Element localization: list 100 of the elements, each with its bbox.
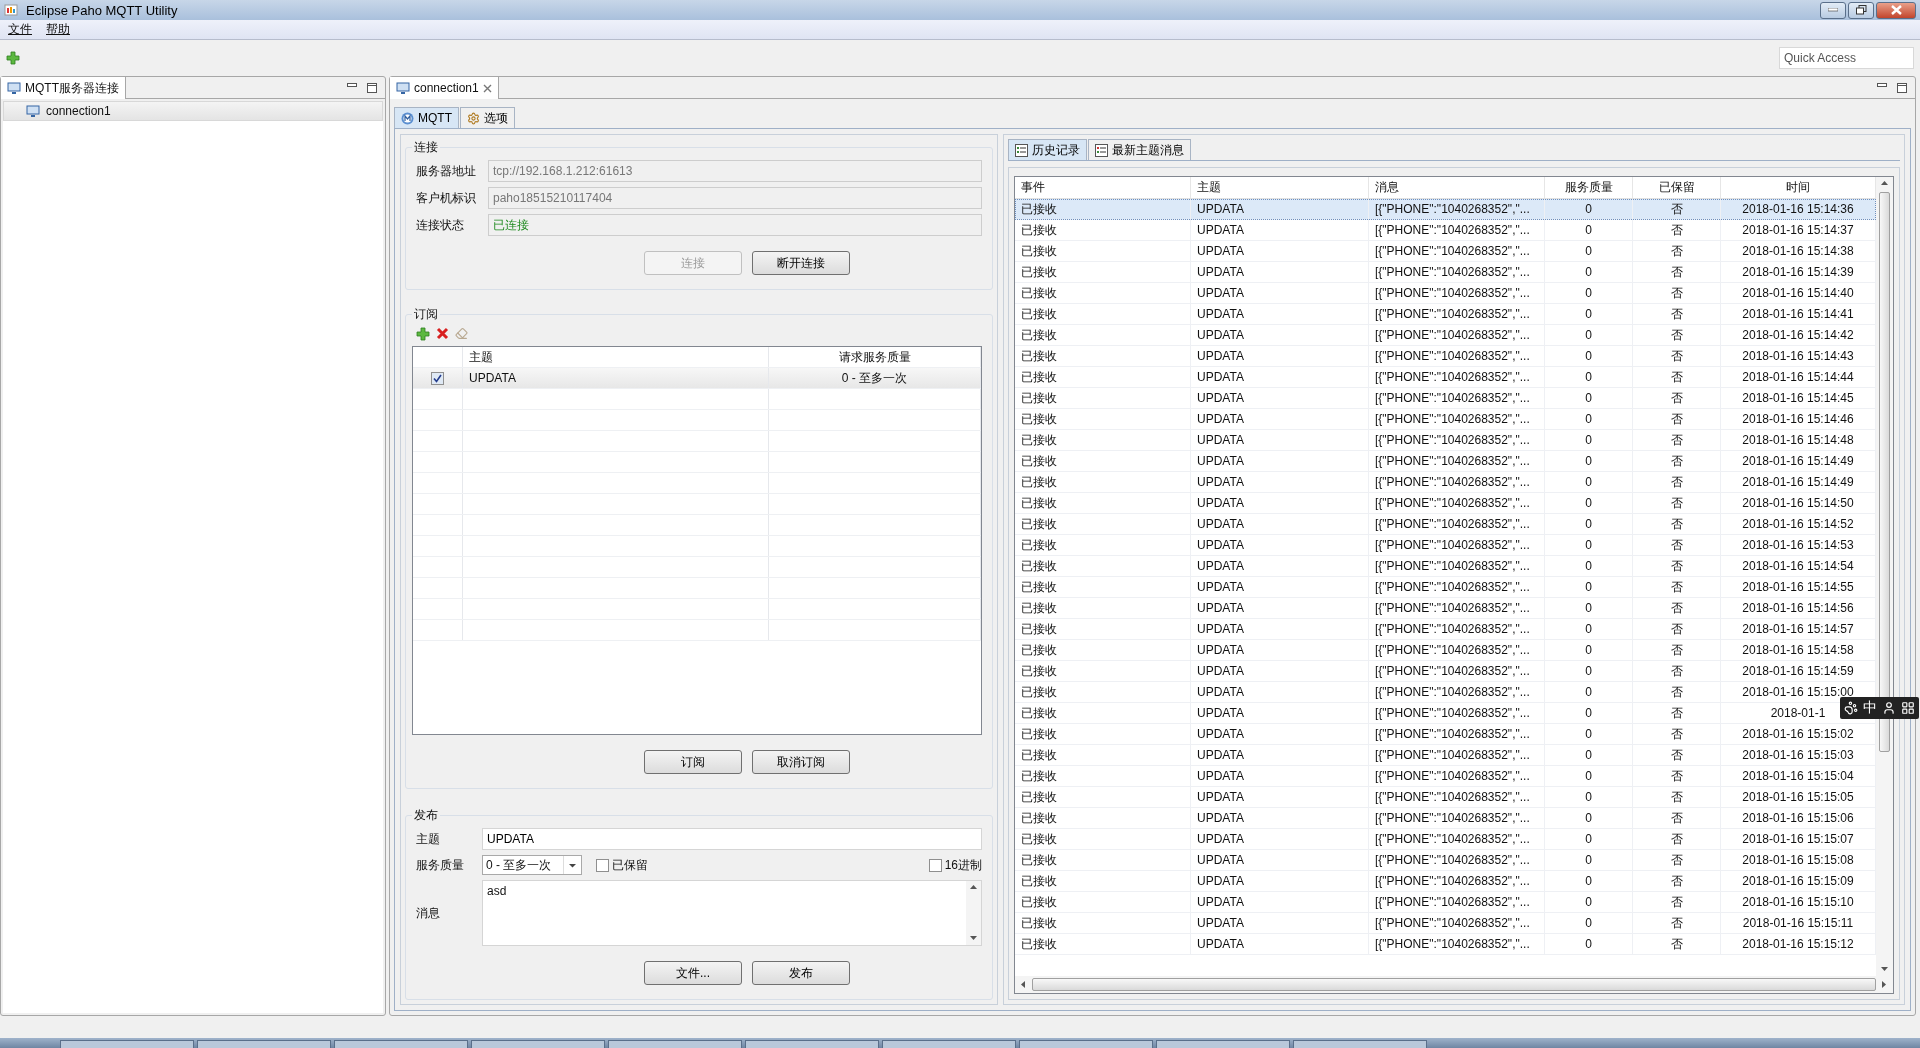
taskbar-button[interactable]	[608, 1040, 742, 1048]
user-icon[interactable]	[1882, 701, 1896, 715]
subscribe-button[interactable]: 订阅	[644, 750, 742, 774]
scroll-left-icon[interactable]	[1019, 980, 1028, 989]
topic-field[interactable]: UPDATA	[482, 828, 982, 850]
publish-button[interactable]: 发布	[752, 961, 850, 985]
table-row[interactable]: 已接收 UPDATA [{"PHONE":"1040268352","... 0 否 2018-01-16 15:15:02	[1015, 724, 1876, 745]
table-row[interactable]: 已接收 UPDATA [{"PHONE":"1040268352","... 0 否 2018-01-16 15:14:56	[1015, 598, 1876, 619]
table-row[interactable]: 已接收 UPDATA [{"PHONE":"1040268352","... 0 否 2018-01-16 15:14:46	[1015, 409, 1876, 430]
table-row[interactable]: 已接收 UPDATA [{"PHONE":"1040268352","... 0 否 2018-01-16 15:14:55	[1015, 577, 1876, 598]
file-button[interactable]: 文件...	[644, 961, 742, 985]
scroll-down-icon[interactable]	[1880, 965, 1889, 974]
table-row[interactable]: 已接收 UPDATA [{"PHONE":"1040268352","... 0 否 2018-01-16 15:14:39	[1015, 262, 1876, 283]
menu-item[interactable]: 文件	[8, 21, 32, 38]
table-row[interactable]: 已接收 UPDATA [{"PHONE":"1040268352","... 0 否 2018-01-16 15:14:44	[1015, 367, 1876, 388]
column-header[interactable]: 服务质量	[1545, 177, 1633, 198]
add-connection-icon[interactable]	[6, 51, 20, 65]
tab[interactable]: 选项	[460, 107, 515, 128]
table-row[interactable]: 已接收 UPDATA [{"PHONE":"1040268352","... 0 否 2018-01-16 15:14:36	[1015, 199, 1876, 220]
checkbox[interactable]	[431, 371, 444, 385]
table-row[interactable]: 已接收 UPDATA [{"PHONE":"1040268352","... 0 否 2018-01-16 15:14:49	[1015, 472, 1876, 493]
taskbar-button[interactable]	[745, 1040, 879, 1048]
taskbar-button[interactable]	[197, 1040, 331, 1048]
restore-button[interactable]	[1848, 1, 1874, 19]
table-row[interactable]: 已接收 UPDATA [{"PHONE":"1040268352","... 0 否 2018-01-16 15:15:12	[1015, 934, 1876, 955]
maximize-icon[interactable]	[367, 82, 377, 93]
table-cell: 0	[1545, 535, 1633, 555]
taskbar-button[interactable]	[1019, 1040, 1153, 1048]
table-cell: UPDATA	[1191, 619, 1369, 639]
table-row[interactable]: 已接收 UPDATA [{"PHONE":"1040268352","... 0 否 2018-01-16 15:15:09	[1015, 871, 1876, 892]
scroll-right-icon[interactable]	[1880, 980, 1889, 989]
editor-tab[interactable]: connection1	[390, 77, 499, 99]
table-row[interactable]: 已接收 UPDATA [{"PHONE":"1040268352","... 0 否 2018-01-16 15:14:41	[1015, 304, 1876, 325]
table-row[interactable]: 已接收 UPDATA [{"PHONE":"1040268352","... 0 否 2018-01-16 15:14:52	[1015, 514, 1876, 535]
table-row[interactable]: 已接收 UPDATA [{"PHONE":"1040268352","... 0 否 2018-01-16 15:15:04	[1015, 766, 1876, 787]
column-header[interactable]: 主题	[1191, 177, 1369, 198]
menu-item[interactable]: 帮助	[46, 21, 70, 38]
scroll-down-icon[interactable]	[969, 934, 978, 943]
table-cell: 0	[1545, 619, 1633, 639]
taskbar-button[interactable]	[60, 1040, 194, 1048]
table-row[interactable]: 已接收 UPDATA [{"PHONE":"1040268352","... 0 否 2018-01-16 15:14:37	[1015, 220, 1876, 241]
table-row[interactable]: 已接收 UPDATA [{"PHONE":"1040268352","... 0 否 2018-01-16 15:14:53	[1015, 535, 1876, 556]
table-row[interactable]: 已接收 UPDATA [{"PHONE":"1040268352","... 0 否 2018-01-16 15:14:49	[1015, 451, 1876, 472]
field-label: 客户机标识	[415, 189, 477, 207]
table-cell: 否	[1633, 787, 1721, 807]
table-row[interactable]: 已接收 UPDATA [{"PHONE":"1040268352","... 0 否 2018-01-16 15:14:40	[1015, 283, 1876, 304]
table-row[interactable]: 已接收 UPDATA [{"PHONE":"1040268352","... 0 否 2018-01-16 15:15:07	[1015, 829, 1876, 850]
tab[interactable]: 历史记录	[1008, 139, 1087, 160]
taskbar-button[interactable]	[471, 1040, 605, 1048]
taskbar-button[interactable]	[1156, 1040, 1290, 1048]
quick-access-field[interactable]: Quick Access	[1779, 47, 1914, 69]
scroll-up-icon[interactable]	[969, 883, 978, 892]
table-row[interactable]: 已接收 UPDATA [{"PHONE":"1040268352","... 0 否 2018-01-16 15:14:58	[1015, 640, 1876, 661]
table-row[interactable]: 已接收 UPDATA [{"PHONE":"1040268352","... 0 否 2018-01-16 15:15:10	[1015, 892, 1876, 913]
column-header[interactable]: 已保留	[1633, 177, 1721, 198]
tab[interactable]: 最新主题消息	[1088, 139, 1191, 160]
minimize-icon[interactable]	[347, 82, 357, 88]
maximize-icon[interactable]	[1897, 82, 1907, 93]
paw-icon[interactable]	[1844, 701, 1858, 715]
checkbox[interactable]	[596, 858, 609, 872]
view-tab[interactable]: MQTT服务器连接	[1, 77, 126, 99]
checkbox[interactable]	[928, 858, 942, 872]
table-row[interactable]: 已接收 UPDATA [{"PHONE":"1040268352","... 0 否 2018-01-16 15:14:42	[1015, 325, 1876, 346]
table-row[interactable]: 已接收 UPDATA [{"PHONE":"1040268352","... 0 否 2018-01-16 15:15:11	[1015, 913, 1876, 934]
grid-icon[interactable]	[1901, 701, 1915, 715]
unsubscribe-button[interactable]: 取消订阅	[752, 750, 850, 774]
table-row[interactable]: 已接收 UPDATA [{"PHONE":"1040268352","... 0 否 2018-01-16 15:14:59	[1015, 661, 1876, 682]
table-row[interactable]: 已接收 UPDATA [{"PHONE":"1040268352","... 0 否 2018-01-16 15:15:03	[1015, 745, 1876, 766]
readonly-field: tcp://192.168.1.212:61613	[488, 160, 982, 182]
table-row[interactable]: 已接收 UPDATA [{"PHONE":"1040268352","... 0 否 2018-01-16 15:14:38	[1015, 241, 1876, 262]
table-row[interactable]: 已接收 UPDATA [{"PHONE":"1040268352","... 0 否 2018-01-16 15:14:57	[1015, 619, 1876, 640]
taskbar-button[interactable]	[334, 1040, 468, 1048]
delete-icon[interactable]	[436, 327, 449, 340]
disconnect-button[interactable]: 断开连接	[752, 251, 850, 275]
minimize-button[interactable]	[1820, 1, 1846, 19]
taskbar-button[interactable]	[882, 1040, 1016, 1048]
tree-item[interactable]: connection1	[3, 101, 383, 121]
table-cell: 0	[1545, 283, 1633, 303]
table-row[interactable]: 已接收 UPDATA [{"PHONE":"1040268352","... 0 否 2018-01-16 15:15:00	[1015, 682, 1876, 703]
table-row[interactable]: 已接收 UPDATA [{"PHONE":"1040268352","... 0 否 2018-01-16 15:14:43	[1015, 346, 1876, 367]
table-row[interactable]: 已接收 UPDATA [{"PHONE":"1040268352","... 0 否 2018-01-16 15:14:48	[1015, 430, 1876, 451]
message-field[interactable]: asd	[482, 880, 982, 946]
scroll-up-icon[interactable]	[1880, 179, 1889, 188]
close-button[interactable]	[1876, 1, 1916, 19]
taskbar-button[interactable]	[1293, 1040, 1427, 1048]
minimize-icon[interactable]	[1877, 82, 1887, 88]
table-row[interactable]: 已接收 UPDATA [{"PHONE":"1040268352","... 0 否 2018-01-16 15:14:50	[1015, 493, 1876, 514]
qos-dropdown[interactable]: 0 - 至多一次	[482, 855, 582, 875]
table-row[interactable]: 已接收 UPDATA [{"PHONE":"1040268352","... 0 否 2018-01-16 15:15:08	[1015, 850, 1876, 871]
add-icon[interactable]	[416, 327, 430, 341]
table-row[interactable]: 已接收 UPDATA [{"PHONE":"1040268352","... 0 否 2018-01-16 15:15:06	[1015, 808, 1876, 829]
table-row[interactable]: 已接收 UPDATA [{"PHONE":"1040268352","... 0 否 2018-01-16 15:14:54	[1015, 556, 1876, 577]
column-header[interactable]: 消息	[1369, 177, 1545, 198]
tab[interactable]: MQTT	[394, 107, 459, 128]
table-cell: UPDATA	[1191, 367, 1369, 387]
table-cell: UPDATA	[1191, 451, 1369, 471]
column-header[interactable]: 事件	[1015, 177, 1191, 198]
table-row[interactable]: 已接收 UPDATA [{"PHONE":"1040268352","... 0 否 2018-01-16 15:15:05	[1015, 787, 1876, 808]
close-icon[interactable]	[482, 83, 492, 93]
table-row[interactable]: 已接收 UPDATA [{"PHONE":"1040268352","... 0 否 2018-01-16 15:14:45	[1015, 388, 1876, 409]
